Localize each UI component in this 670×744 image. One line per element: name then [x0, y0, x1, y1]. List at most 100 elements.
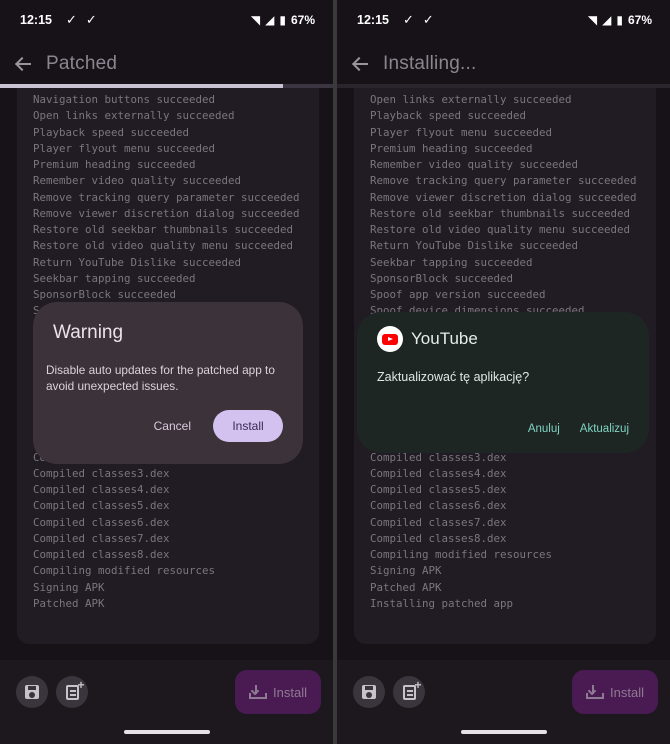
home-indicator[interactable] — [123, 730, 210, 734]
top-app-bar: Installing... — [337, 44, 670, 84]
update-button[interactable]: Aktualizuj — [580, 423, 629, 435]
log-line: Seekbar tapping succeeded — [370, 255, 533, 269]
log-line: Return YouTube Dislike succeeded — [370, 239, 579, 253]
bottom-app-bar: Install — [337, 660, 670, 744]
wifi-icon: ◥ — [250, 13, 261, 27]
cancel-button[interactable]: Cancel — [154, 419, 191, 433]
install-button-label: Install — [610, 684, 644, 700]
battery-level: 67% — [627, 13, 652, 27]
log-line: Seekbar tapping succeeded — [33, 271, 196, 285]
log-line: Compiled classes5.dex — [370, 483, 507, 496]
log-line: Restore old seekbar thumbnails succeeded — [33, 223, 294, 236]
log-line: Compiled classes3.dex — [33, 466, 170, 480]
log-line: SponsorBlock succeeded — [33, 288, 177, 301]
log-line: Open links externally succeeded — [33, 109, 235, 123]
log-line: Premium heading succeeded — [33, 158, 196, 171]
dialog-app-name: YouTube — [411, 329, 478, 348]
home-indicator[interactable] — [460, 730, 547, 734]
battery-icon: ▮ — [279, 13, 286, 27]
install-button-label: Install — [273, 684, 307, 700]
log-line: Patched APK — [33, 596, 105, 610]
dialog-actions: Anuluj Aktualizuj — [508, 423, 629, 435]
log-line: Compiling modified resources — [33, 564, 216, 578]
log-line: Restore old video quality menu succeeded — [370, 223, 631, 236]
update-app-dialog: YouTube Zaktualizować tę aplikację? Anul… — [357, 312, 649, 453]
log-line: Compiled classes5.dex — [33, 499, 170, 513]
log-line: Playback speed succeeded — [370, 109, 527, 123]
status-time: 12:15 — [357, 13, 389, 27]
save-icon — [25, 685, 39, 699]
log-line: Remember video quality succeeded — [33, 174, 242, 188]
dialog-message: Disable auto updates for the patched app… — [46, 363, 275, 393]
log-line: Remove viewer discretion dialog succeede… — [33, 206, 300, 220]
battery-level: 67% — [290, 13, 315, 27]
dialog-title: Warning — [53, 322, 124, 343]
log-line: Navigation buttons succeeded — [33, 93, 216, 106]
page-title: Patched — [46, 53, 118, 74]
top-app-bar: Patched — [0, 44, 333, 84]
install-button[interactable]: Install — [235, 670, 321, 714]
export-log-button[interactable] — [393, 676, 425, 708]
log-line: Compiled classes7.dex — [370, 515, 507, 529]
check-icon: ✓ — [422, 12, 434, 27]
download-icon — [586, 685, 605, 699]
signal-icon: ◢ — [602, 13, 612, 27]
download-icon — [249, 685, 268, 699]
log-line: Remove viewer discretion dialog succeede… — [370, 190, 637, 204]
log-add-icon — [402, 678, 422, 700]
log-line: Installing patched app — [370, 596, 514, 610]
check-icon: ✓ — [402, 12, 414, 27]
log-line: Compiled classes6.dex — [33, 515, 170, 529]
patched-screen: 12:15 ✓ ✓ ◥ ◢ ▮ 67% Patched Navigation b… — [0, 0, 333, 744]
log-line: Return YouTube Dislike succeeded — [33, 255, 242, 269]
log-line: Restore old video quality menu succeeded — [33, 239, 294, 253]
log-line: Remember video quality succeeded — [370, 158, 579, 171]
log-line: Compiled classes7.dex — [33, 531, 170, 545]
back-arrow-icon[interactable] — [351, 54, 371, 74]
log-line: Compiled classes4.dex — [370, 466, 507, 480]
check-icon: ✓ — [85, 12, 97, 27]
log-line: Remove tracking query parameter succeede… — [370, 174, 637, 188]
log-line: Restore old seekbar thumbnails succeeded — [370, 206, 631, 220]
log-line: Premium heading succeeded — [370, 141, 533, 155]
battery-icon: ▮ — [616, 13, 623, 27]
status-time: 12:15 — [20, 13, 52, 27]
log-line: SponsorBlock succeeded — [370, 271, 514, 285]
install-confirm-button[interactable]: Install — [213, 410, 283, 442]
log-line: Compiled classes4.dex — [33, 483, 170, 496]
dialog-header: YouTube — [377, 326, 629, 352]
log-line: Player flyout menu succeeded — [370, 125, 553, 139]
warning-dialog: Warning Disable auto updates for the pat… — [33, 302, 303, 464]
dialog-actions: Cancel Install — [154, 410, 283, 442]
log-line: Signing APK — [370, 564, 442, 578]
log-line: Signing APK — [33, 580, 105, 594]
status-bar: 12:15 ✓ ✓ ◥ ◢ ▮ 67% — [337, 0, 670, 40]
log-line: Compiled classes6.dex — [370, 499, 507, 513]
log-line: Player flyout menu succeeded — [33, 141, 216, 155]
log-line: Compiled classes8.dex — [33, 548, 170, 561]
log-line: Remove tracking query parameter succeede… — [33, 190, 300, 204]
log-line: Spoof app version succeeded — [370, 288, 546, 301]
installing-screen: 12:15 ✓ ✓ ◥ ◢ ▮ 67% Installing... Open l… — [337, 0, 670, 744]
log-line: Playback speed succeeded — [33, 125, 190, 139]
dialog-message: Zaktualizować tę aplikację? — [377, 370, 530, 384]
install-button[interactable]: Install — [572, 670, 658, 714]
save-apk-button[interactable] — [353, 676, 385, 708]
youtube-logo-icon — [377, 326, 403, 352]
signal-icon: ◢ — [265, 13, 275, 27]
page-title: Installing... — [383, 53, 477, 74]
save-icon — [362, 685, 376, 699]
bottom-app-bar: Install — [0, 660, 333, 744]
wifi-icon: ◥ — [587, 13, 598, 27]
back-arrow-icon[interactable] — [14, 54, 34, 74]
log-line: Compiling modified resources — [370, 548, 553, 561]
save-apk-button[interactable] — [16, 676, 48, 708]
check-icon: ✓ — [65, 12, 77, 27]
log-line: Patched APK — [370, 580, 442, 594]
cancel-button[interactable]: Anuluj — [528, 423, 560, 435]
log-add-icon — [65, 678, 85, 700]
status-bar: 12:15 ✓ ✓ ◥ ◢ ▮ 67% — [0, 0, 333, 40]
export-log-button[interactable] — [56, 676, 88, 708]
log-line: Compiled classes8.dex — [370, 531, 507, 545]
log-line: Open links externally succeeded — [370, 93, 572, 106]
